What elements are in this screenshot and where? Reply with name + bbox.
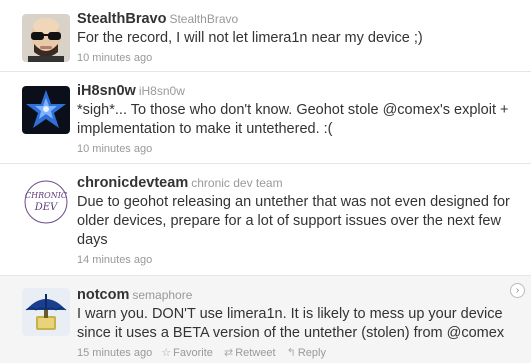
tweet-timestamp[interactable]: 10 minutes ago bbox=[77, 52, 152, 64]
avatar[interactable] bbox=[22, 14, 70, 62]
chronic-dev-logo-avatar: CHRONIC DEV bbox=[22, 178, 70, 226]
tweet-timestamp[interactable]: 10 minutes ago bbox=[77, 143, 152, 155]
chevron-right-icon: › bbox=[515, 285, 520, 296]
expand-tweet-button[interactable]: › bbox=[510, 283, 525, 298]
tweet-item[interactable]: CHRONIC DEV chronicdevteam chronic dev te… bbox=[0, 164, 531, 276]
tweet-item[interactable]: notcom semaphore I warn you. DON'T use li… bbox=[0, 276, 531, 363]
favorite-button[interactable]: ☆ Favorite bbox=[161, 347, 213, 359]
reply-icon: ↰ bbox=[286, 347, 296, 359]
umbrella-avatar bbox=[22, 288, 70, 336]
tweet-screen-name[interactable]: StealthBravo bbox=[77, 11, 166, 27]
tweet-text: For the record, I will not let limera1n … bbox=[77, 30, 423, 46]
tweet-item[interactable]: iH8sn0w iH8sn0w *sigh*... To those who do… bbox=[0, 72, 531, 164]
blue-star-avatar bbox=[22, 86, 70, 134]
avatar[interactable] bbox=[22, 86, 70, 134]
tweet-full-name[interactable]: iH8sn0w bbox=[139, 84, 185, 98]
tweet-text: Due to geohot releasing an untether that… bbox=[77, 194, 510, 248]
avatar[interactable] bbox=[22, 288, 70, 336]
retweet-icon: ⇄ bbox=[223, 347, 234, 359]
retweet-button[interactable]: ⇄ Retweet bbox=[224, 347, 276, 359]
avatar[interactable]: CHRONIC DEV bbox=[22, 178, 70, 226]
tweet-text: I warn you. DON'T use limera1n. It is li… bbox=[77, 306, 505, 341]
bald-man-sunglasses-avatar bbox=[22, 14, 70, 62]
tweet-timestamp[interactable]: 14 minutes ago bbox=[77, 254, 152, 266]
tweet-screen-name[interactable]: chronicdevteam bbox=[77, 175, 188, 191]
tweet-text: *sigh*... To those who don't know. Geoho… bbox=[77, 102, 509, 137]
avatar-logo-text-top: CHRONIC bbox=[25, 191, 67, 200]
tweet-actions: ☆ Favorite ⇄ Retweet ↰ Reply bbox=[161, 347, 334, 359]
favorite-label: Favorite bbox=[173, 347, 213, 359]
tweet-screen-name[interactable]: notcom bbox=[77, 287, 129, 303]
tweet-full-name[interactable]: semaphore bbox=[132, 288, 192, 302]
reply-button[interactable]: ↰ Reply bbox=[287, 347, 326, 359]
star-icon: ☆ bbox=[161, 347, 172, 359]
tweet-full-name[interactable]: StealthBravo bbox=[169, 12, 238, 26]
tweet-timeline: StealthBravo StealthBravo For the record,… bbox=[0, 0, 531, 363]
tweet-timestamp[interactable]: 15 minutes ago bbox=[77, 347, 152, 359]
avatar-logo-text-bottom: DEV bbox=[34, 202, 59, 213]
reply-label: Reply bbox=[297, 347, 326, 359]
retweet-label: Retweet bbox=[235, 347, 276, 359]
tweet-item[interactable]: StealthBravo StealthBravo For the record,… bbox=[0, 0, 531, 72]
tweet-full-name[interactable]: chronic dev team bbox=[191, 176, 282, 190]
tweet-screen-name[interactable]: iH8sn0w bbox=[77, 83, 136, 99]
